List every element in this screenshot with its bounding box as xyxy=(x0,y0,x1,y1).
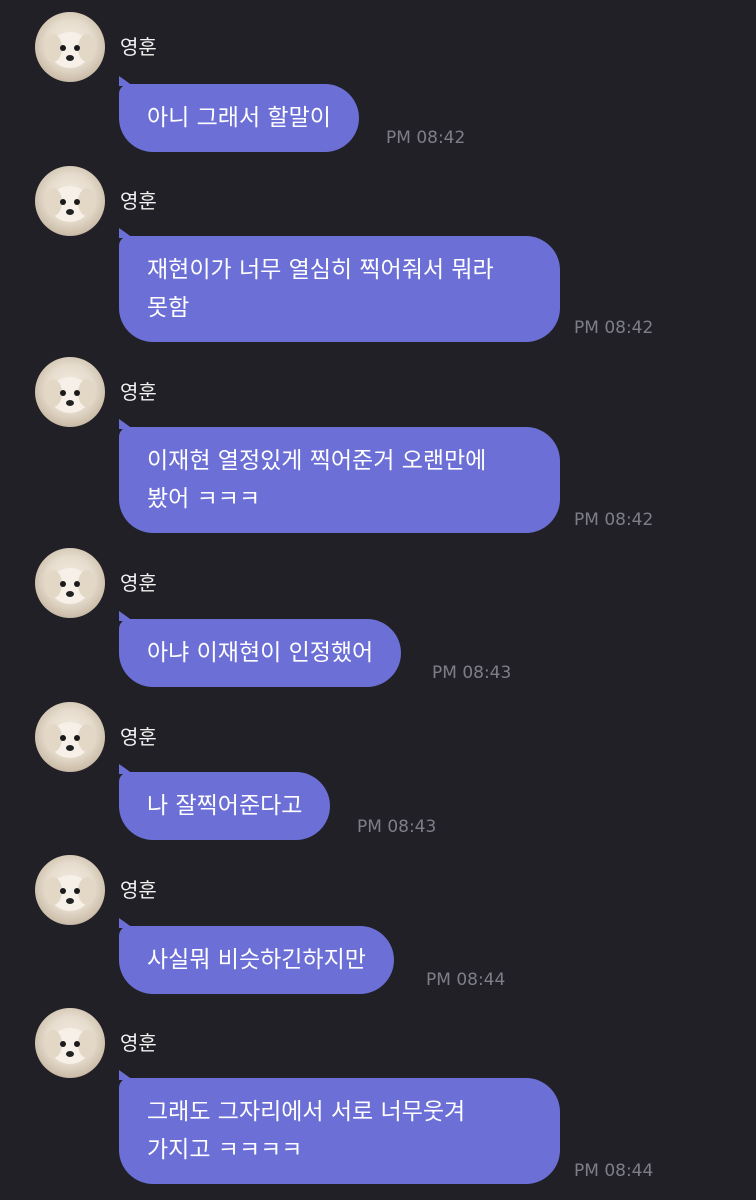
message-bubble[interactable]: 아니 그래서 할말이 xyxy=(119,76,359,152)
puppy-avatar-icon[interactable] xyxy=(35,357,105,427)
sender-name: 영훈 xyxy=(120,380,157,404)
message-group: 영훈 재현이가 너무 열심히 찍어줘서 뭐라 못함 PM 08:42 xyxy=(0,166,756,346)
message-time: PM 08:43 xyxy=(357,817,437,837)
message-group: 영훈 그래도 그자리에서 서로 너무웃겨 가지고 ㅋㅋㅋㅋ PM 08:44 xyxy=(0,1008,756,1193)
message-time: PM 08:44 xyxy=(574,1161,654,1181)
message-group: 영훈 아냐 이재현이 인정했어 PM 08:43 xyxy=(0,548,756,693)
sender-name: 영훈 xyxy=(120,189,157,213)
chat-view: 영훈 아니 그래서 할말이 PM 08:42 영훈 재현이가 너무 열심히 찍어… xyxy=(0,0,756,1200)
message-time: PM 08:42 xyxy=(574,510,654,530)
message-time: PM 08:42 xyxy=(386,128,466,148)
message-time: PM 08:43 xyxy=(432,663,512,683)
message-bubble[interactable]: 이재현 열정있게 찍어준거 오랜만에 봤어 ㅋㅋㅋ xyxy=(119,419,560,533)
puppy-avatar-icon[interactable] xyxy=(35,12,105,82)
sender-name: 영훈 xyxy=(120,725,157,749)
message-bubble[interactable]: 아냐 이재현이 인정했어 xyxy=(119,611,402,687)
message-time: PM 08:44 xyxy=(426,970,506,990)
puppy-avatar-icon[interactable] xyxy=(35,702,105,772)
sender-name: 영훈 xyxy=(120,1031,157,1055)
sender-name: 영훈 xyxy=(120,571,157,595)
message-bubble[interactable]: 사실뭐 비슷하긴하지만 xyxy=(119,918,394,994)
message-bubble[interactable]: 재현이가 너무 열심히 찍어줘서 뭐라 못함 xyxy=(119,228,560,342)
message-group: 영훈 아니 그래서 할말이 PM 08:42 xyxy=(0,12,756,162)
message-group: 영훈 나 잘찍어준다고 PM 08:43 xyxy=(0,702,756,847)
sender-name: 영훈 xyxy=(120,35,157,59)
puppy-avatar-icon[interactable] xyxy=(35,166,105,236)
puppy-avatar-icon[interactable] xyxy=(35,548,105,618)
message-time: PM 08:42 xyxy=(574,318,654,338)
message-group: 영훈 사실뭐 비슷하긴하지만 PM 08:44 xyxy=(0,855,756,1000)
sender-name: 영훈 xyxy=(120,878,157,902)
message-bubble[interactable]: 그래도 그자리에서 서로 너무웃겨 가지고 ㅋㅋㅋㅋ xyxy=(119,1070,560,1184)
puppy-avatar-icon[interactable] xyxy=(35,855,105,925)
puppy-avatar-icon[interactable] xyxy=(35,1008,105,1078)
message-group: 영훈 이재현 열정있게 찍어준거 오랜만에 봤어 ㅋㅋㅋ PM 08:42 xyxy=(0,357,756,537)
message-bubble[interactable]: 나 잘찍어준다고 xyxy=(119,764,331,840)
